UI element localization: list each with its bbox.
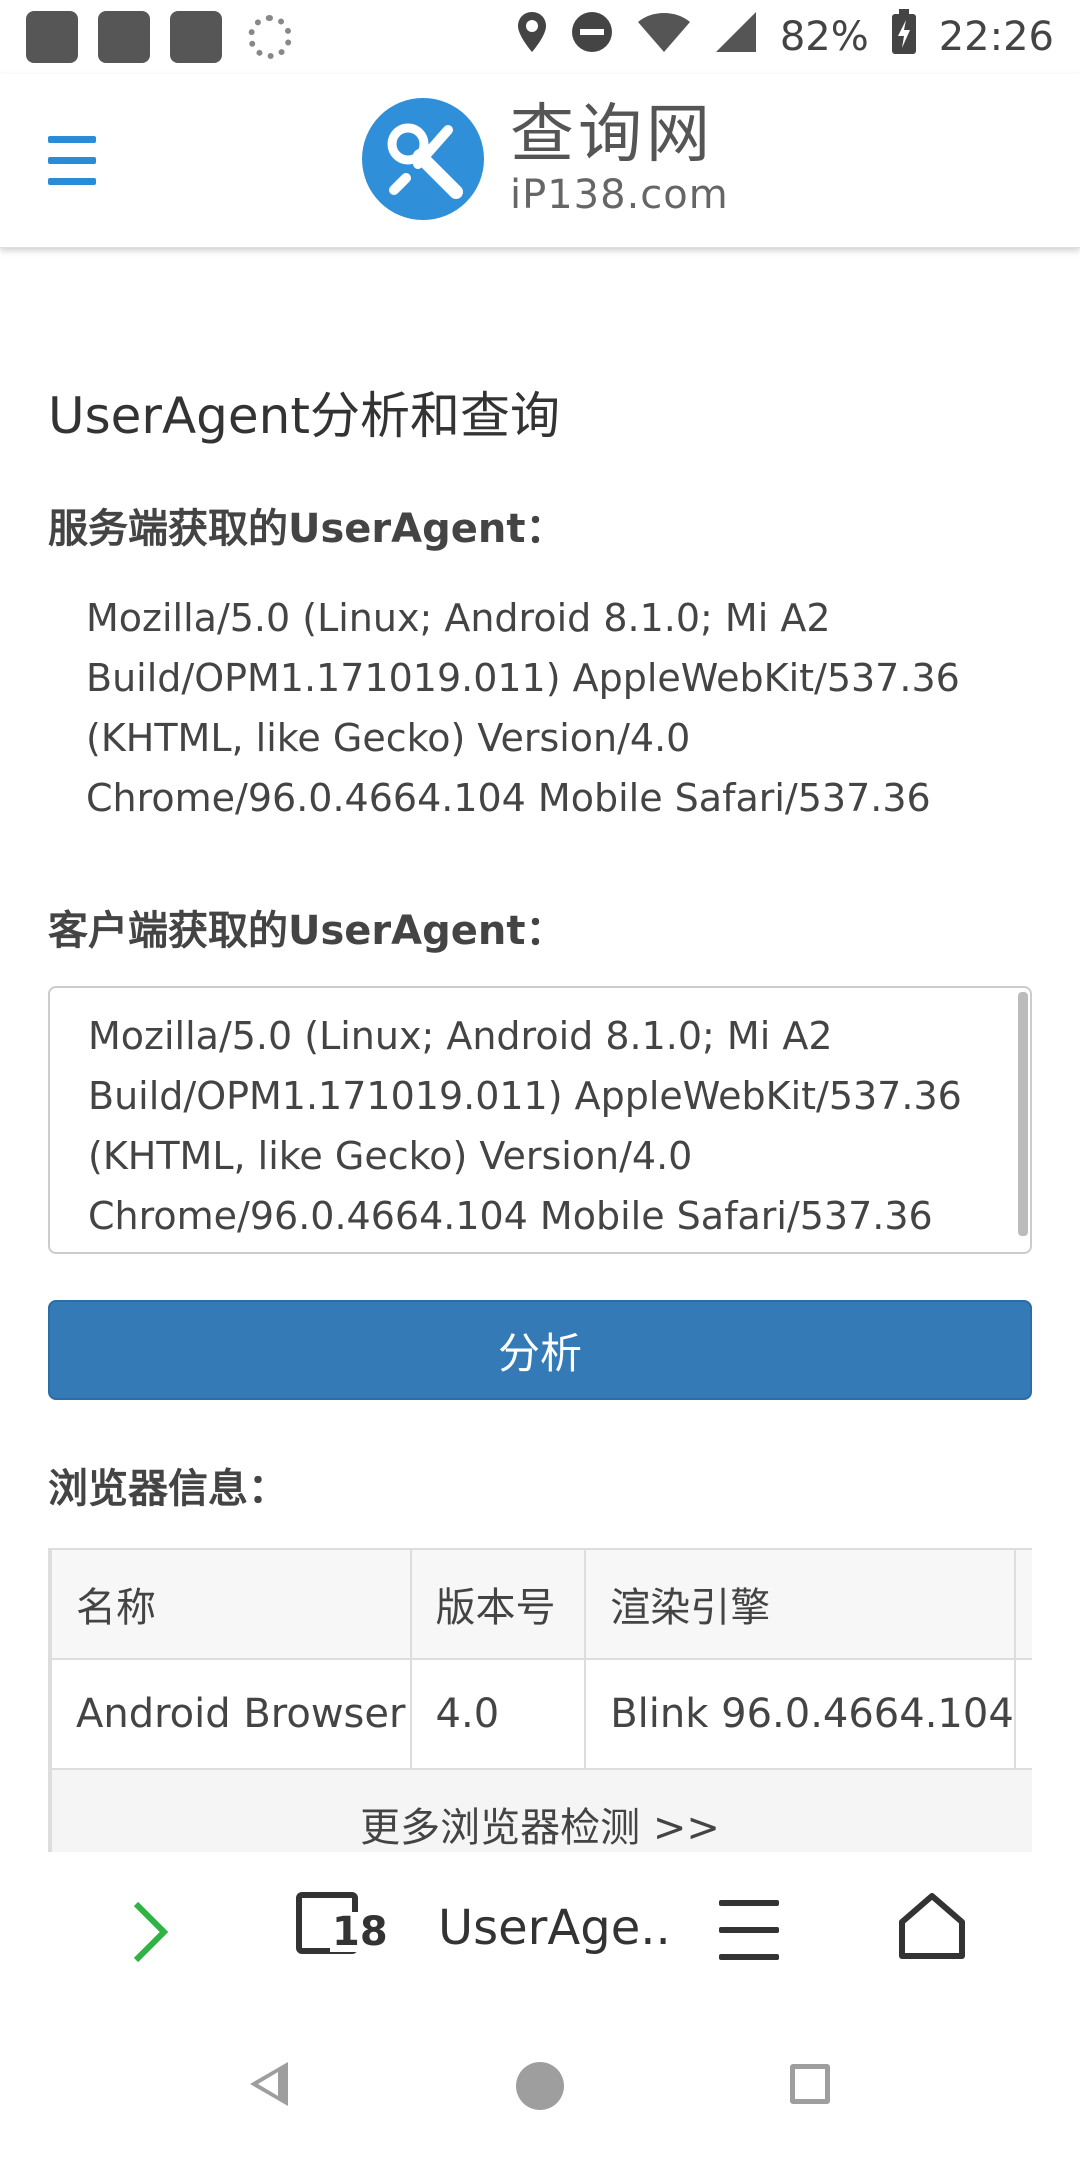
logo-en: iP138.com <box>510 172 729 218</box>
notification-icon <box>170 11 222 63</box>
battery-charging-icon <box>891 8 917 66</box>
status-right: 82% 22:26 <box>516 8 1054 66</box>
recents-square-icon[interactable] <box>790 2064 830 2104</box>
browser-table-container[interactable]: 名称 版本号 渲染引擎 Android Browser 4.0 Blink 96… <box>48 1548 1032 1896</box>
main-content: UserAgent分析和查询 服务端获取的UserAgent： Mozilla/… <box>48 248 1032 1896</box>
textarea-scrollbar[interactable] <box>1018 992 1028 1236</box>
home-icon <box>899 1893 965 1959</box>
battery-percent: 82% <box>779 14 869 60</box>
menu-bar <box>48 136 96 143</box>
table-cell <box>1013 1658 1032 1770</box>
status-bar: 82% 22:26 <box>0 0 1080 74</box>
table-cell: 4.0 <box>409 1658 587 1770</box>
loading-icon <box>248 15 292 59</box>
notification-icon <box>26 11 78 63</box>
table-row: Android Browser 4.0 Blink 96.0.4664.104 <box>50 1658 1032 1770</box>
home-circle-icon[interactable] <box>516 2062 564 2110</box>
do-not-disturb-icon <box>570 10 614 64</box>
tabs-button[interactable]: 18 <box>296 1892 390 1964</box>
browser-table: 名称 版本号 渲染引擎 Android Browser 4.0 Blink 96… <box>50 1548 1032 1880</box>
menu-bar <box>48 157 96 164</box>
server-ua-label: 服务端获取的UserAgent： <box>48 506 566 552</box>
client-ua-label: 客户端获取的UserAgent： <box>48 908 566 954</box>
site-header: 查询网 iP138.com <box>0 74 1080 248</box>
location-icon <box>516 10 548 64</box>
menu-bar <box>48 178 96 185</box>
menu-icon-bar <box>719 1927 779 1933</box>
menu-icon-bar <box>719 1954 779 1960</box>
analyze-button[interactable]: 分析 <box>48 1300 1032 1400</box>
table-cell: Blink 96.0.4664.104 <box>584 1658 1016 1770</box>
site-logo[interactable]: 查询网 iP138.com <box>362 98 729 220</box>
system-nav-bar <box>0 2012 1080 2160</box>
menu-button[interactable] <box>48 136 96 188</box>
back-triangle-inner <box>258 2072 278 2096</box>
browser-menu-button[interactable] <box>718 1900 780 1960</box>
client-ua-textarea[interactable]: Mozilla/5.0 (Linux; Android 8.1.0; Mi A2… <box>48 986 1032 1254</box>
forward-button[interactable] <box>120 1892 180 1972</box>
tab-count: 18 <box>330 1909 390 1955</box>
table-cell: Android Browser <box>50 1658 412 1770</box>
table-header-row: 名称 版本号 渲染引擎 <box>50 1548 1032 1660</box>
wrench-icon <box>362 98 484 220</box>
clock: 22:26 <box>938 14 1054 60</box>
signal-icon <box>714 10 758 64</box>
wifi-icon <box>636 10 692 64</box>
logo-cn: 查询网 <box>510 98 714 172</box>
browser-toolbar: 18 UserAge.. <box>0 1852 1080 2012</box>
page-title: UserAgent分析和查询 <box>48 387 560 445</box>
client-ua-text: Mozilla/5.0 (Linux; Android 8.1.0; Mi A2… <box>88 1014 962 1238</box>
more-browser-link[interactable]: 更多浏览器检测 >> <box>360 1795 720 1853</box>
chevron-right-icon <box>133 1901 169 1963</box>
current-tab-title[interactable]: UserAge.. <box>438 1900 671 1956</box>
col-header: 名称 <box>50 1548 412 1660</box>
col-header: 渲染引擎 <box>584 1548 1016 1660</box>
col-header <box>1013 1548 1032 1660</box>
notification-icon <box>98 11 150 63</box>
home-button[interactable] <box>896 1890 968 1962</box>
browser-info-label: 浏览器信息： <box>48 1466 288 1512</box>
col-header: 版本号 <box>409 1548 587 1660</box>
server-ua-text: Mozilla/5.0 (Linux; Android 8.1.0; Mi A2… <box>86 596 960 820</box>
menu-icon-bar <box>719 1900 779 1906</box>
